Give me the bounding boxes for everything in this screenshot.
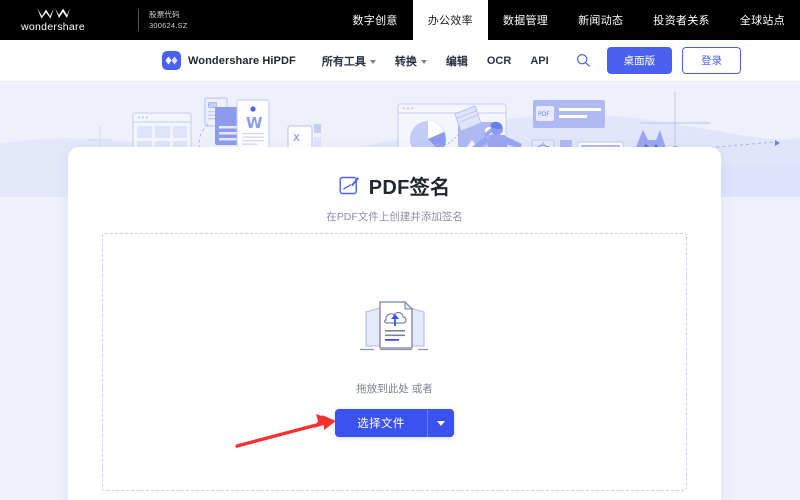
topnav-item-investor-relations[interactable]: 投资者关系 bbox=[638, 0, 725, 40]
subnav-label: API bbox=[530, 54, 549, 67]
hipdf-logo-icon bbox=[162, 51, 181, 70]
subnav-item-convert[interactable]: 转换 bbox=[395, 53, 427, 69]
login-button[interactable]: 登录 bbox=[682, 47, 742, 74]
choose-file-button[interactable]: 选择文件 bbox=[335, 409, 427, 437]
svg-text:PDF: PDF bbox=[538, 111, 550, 118]
page-title-row: PDF签名 bbox=[68, 171, 721, 200]
subnav-label: 所有工具 bbox=[321, 55, 366, 68]
subnav-item-api[interactable]: API bbox=[530, 55, 548, 67]
desktop-version-button[interactable]: 桌面版 bbox=[606, 47, 673, 74]
topnav-item-global-sites[interactable]: 全球站点 bbox=[725, 0, 800, 40]
page-subtitle: 在PDF文件上创建并添加签名 bbox=[326, 211, 463, 223]
tool-card: PDF签名 在PDF文件上创建并添加签名 拖放到此处 或者 选择文件 bbox=[68, 147, 721, 500]
search-icon[interactable] bbox=[576, 53, 591, 68]
stock-code: 300624.SZ bbox=[149, 21, 188, 30]
cloud-upload-document-icon bbox=[358, 296, 432, 361]
subnav-item-all-tools[interactable]: 所有工具 bbox=[322, 53, 376, 69]
hipdf-home-link[interactable]: Wondershare HiPDF bbox=[162, 51, 296, 70]
hipdf-product-name: Wondershare HiPDF bbox=[188, 54, 296, 67]
subnav-label: 转换 bbox=[394, 55, 417, 68]
choose-file-dropdown-toggle[interactable] bbox=[427, 409, 454, 437]
subnav-item-ocr[interactable]: OCR bbox=[487, 55, 511, 67]
subnav-label: OCR bbox=[486, 54, 512, 67]
wondershare-w-logo-icon bbox=[36, 7, 70, 19]
wondershare-brand-name: wondershare bbox=[20, 20, 85, 33]
stock-info: 股票代码 300624.SZ bbox=[139, 0, 188, 40]
topnav-item-digital-creativity[interactable]: 数字创意 bbox=[337, 0, 412, 40]
subnav-label: 编辑 bbox=[445, 55, 468, 68]
top-corporate-bar: wondershare 股票代码 300624.SZ 数字创意 办公效率 数据管… bbox=[0, 0, 800, 40]
svg-text:W: W bbox=[246, 114, 263, 132]
topnav-item-news[interactable]: 新闻动态 bbox=[563, 0, 638, 40]
drop-hint-text: 拖放到此处 或者 bbox=[356, 383, 433, 395]
page-title: PDF签名 bbox=[368, 177, 451, 199]
stock-label: 股票代码 bbox=[149, 10, 180, 19]
svg-text:X: X bbox=[293, 133, 300, 144]
chevron-down-icon bbox=[437, 420, 445, 426]
topnav-item-data-management[interactable]: 数据管理 bbox=[488, 0, 563, 40]
file-dropzone[interactable]: 拖放到此处 或者 选择文件 bbox=[102, 233, 687, 491]
subnav-item-edit[interactable]: 编辑 bbox=[446, 53, 468, 69]
chevron-down-icon bbox=[369, 59, 376, 64]
product-nav: Wondershare HiPDF 所有工具 转换 编辑 OCR API 桌面版… bbox=[0, 40, 800, 82]
choose-file-group: 选择文件 bbox=[335, 409, 454, 437]
wondershare-brand[interactable]: wondershare bbox=[0, 0, 100, 40]
topnav-item-office-efficiency[interactable]: 办公效率 bbox=[412, 0, 488, 40]
signature-pen-icon bbox=[339, 175, 360, 196]
corporate-nav: 数字创意 办公效率 数据管理 新闻动态 投资者关系 全球站点 bbox=[337, 0, 800, 40]
chevron-down-icon bbox=[420, 59, 427, 64]
